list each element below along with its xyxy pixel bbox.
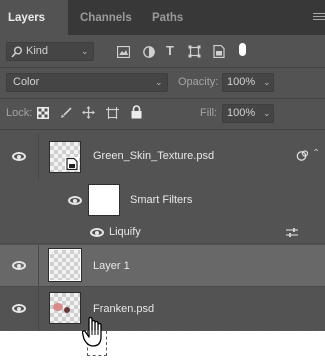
visibility-toggle[interactable] (0, 288, 39, 331)
filter-toggle-icon[interactable] (239, 43, 246, 56)
fill-label: Fill: (200, 107, 218, 119)
opacity-field[interactable]: 100% ⌄ (222, 73, 274, 92)
opacity-label: Opacity: (178, 76, 219, 88)
layer-row-liquify[interactable]: Liquify (0, 222, 325, 244)
layer-row-smart-filters[interactable]: Smart Filters (0, 180, 325, 222)
layer-name: Franken.psd (93, 303, 155, 315)
layer-row-franken[interactable]: Franken.psd (0, 288, 325, 331)
eye-icon (12, 304, 26, 313)
visibility-toggle[interactable] (0, 245, 39, 286)
layers-panel: Layers Channels Paths Kind ⌄ T Color ⌄ O… (0, 0, 325, 331)
layer-thumbnail (49, 292, 81, 324)
blend-mode-select[interactable]: Color ⌄ (6, 73, 168, 92)
shape-filter-icon[interactable] (188, 45, 201, 58)
tab-layers[interactable]: Layers (0, 0, 68, 35)
smart-object-badge-icon (65, 157, 79, 171)
thumbnail-content (53, 303, 63, 311)
lock-artboard-icon[interactable] (106, 107, 119, 119)
smart-filter-options-icon[interactable] (286, 227, 298, 238)
eye-icon (12, 261, 26, 270)
smart-object-filter-icon[interactable] (213, 45, 225, 58)
layer-name: Smart Filters (130, 194, 193, 206)
tab-paths[interactable]: Paths (152, 0, 192, 35)
eye-icon[interactable] (68, 196, 82, 205)
opacity-value: 100% (227, 76, 256, 88)
layer-thumbnail (48, 248, 82, 282)
layer-name: Liquify (109, 226, 141, 238)
panel-menu-icon[interactable] (313, 16, 325, 17)
hand-cursor-icon (82, 316, 102, 347)
lock-brush-icon[interactable] (60, 107, 72, 119)
tab-channels[interactable]: Channels (80, 0, 148, 35)
visibility-spacer (0, 180, 39, 222)
layer-name: Layer 1 (93, 260, 130, 272)
blend-row: Color ⌄ Opacity: 100% ⌄ (0, 68, 325, 98)
filter-kind-select[interactable]: Kind ⌄ (6, 42, 94, 61)
chevron-down-icon: ⌄ (81, 46, 89, 56)
lock-row: Lock: Fill: 100% ⌄ (0, 99, 325, 129)
thumbnail-content (64, 307, 70, 313)
layer-thumbnail (49, 141, 81, 173)
search-icon (11, 46, 22, 58)
lock-transparency-icon[interactable] (37, 107, 49, 119)
panel-tab-bar: Layers Channels Paths (0, 0, 325, 35)
layer-row-layer-1[interactable]: Layer 1 (0, 245, 325, 287)
filter-row: Kind ⌄ T (0, 35, 325, 67)
layer-row-green-skin-texture[interactable]: Green_Skin_Texture.psd ⌃ (0, 134, 325, 180)
blend-mode-value: Color (13, 76, 40, 88)
fill-field[interactable]: 100% ⌄ (222, 104, 274, 123)
visibility-toggle[interactable] (0, 134, 39, 180)
adjustment-filter-icon[interactable] (143, 46, 155, 58)
layer-name: Green_Skin_Texture.psd (93, 150, 215, 162)
filter-kind-label: Kind (26, 45, 49, 57)
smart-filters-badge-icon (296, 150, 309, 161)
chevron-down-icon: ⌄ (263, 77, 271, 87)
lock-all-icon[interactable] (131, 105, 142, 119)
pixel-filter-icon[interactable] (117, 46, 130, 58)
filter-mask-thumbnail[interactable] (88, 184, 120, 216)
type-filter-icon[interactable]: T (166, 43, 174, 58)
panel-bottom-border (0, 330, 325, 331)
chevron-down-icon: ⌄ (263, 108, 271, 118)
lock-label: Lock: (6, 107, 33, 119)
chevron-up-icon[interactable]: ⌃ (312, 148, 320, 159)
eye-icon[interactable] (90, 228, 104, 237)
eye-icon (12, 152, 26, 161)
fill-value: 100% (227, 107, 256, 119)
lock-move-icon[interactable] (82, 106, 95, 119)
chevron-down-icon: ⌄ (155, 77, 163, 87)
